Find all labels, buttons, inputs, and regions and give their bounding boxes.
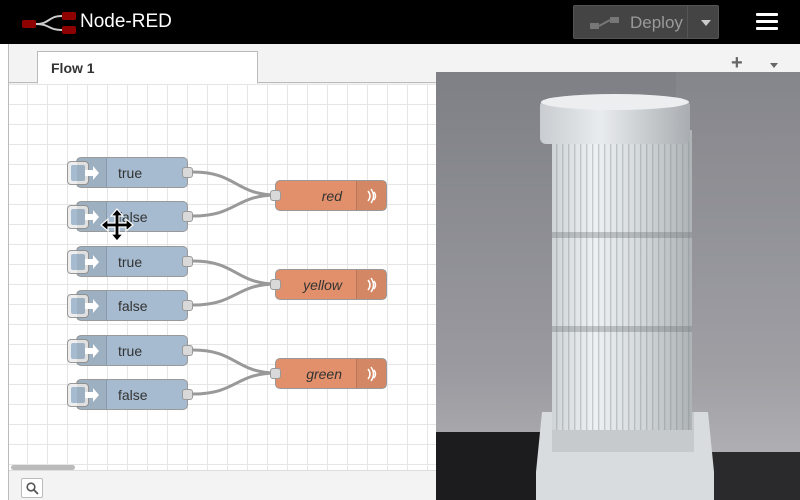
wire	[192, 193, 278, 218]
deploy-icon	[590, 17, 619, 29]
search-button[interactable]	[21, 478, 43, 498]
output-port[interactable]	[182, 167, 193, 178]
wire	[192, 371, 278, 396]
wire	[192, 282, 278, 307]
inject-node-false-3[interactable]: false	[67, 379, 193, 410]
inject-node-false-2[interactable]: false	[67, 290, 193, 321]
node-label: true	[118, 254, 143, 270]
node-label: red	[321, 188, 342, 204]
wire	[192, 348, 278, 375]
node-label: false	[118, 387, 148, 403]
node-label: true	[118, 165, 143, 181]
broadcast-icon	[356, 270, 386, 299]
deploy-button[interactable]: Deploy	[573, 5, 719, 39]
inject-arrow-icon	[77, 291, 107, 320]
node-label: green	[306, 366, 342, 382]
horizontal-scrollbar[interactable]	[11, 465, 75, 470]
deploy-label: Deploy	[630, 13, 683, 32]
output-port[interactable]	[182, 389, 193, 400]
node-label: true	[118, 343, 143, 359]
deploy-menu-caret-icon[interactable]	[701, 20, 711, 26]
broadcast-icon	[356, 359, 386, 388]
broadcast-icon	[356, 181, 386, 210]
inject-arrow-icon	[77, 247, 107, 276]
output-port[interactable]	[182, 345, 193, 356]
hamburger-line	[756, 13, 778, 16]
wire	[192, 259, 278, 286]
wire	[192, 170, 278, 197]
tab-flow-1[interactable]: Flow 1	[37, 51, 258, 84]
output-node-green[interactable]: green	[270, 358, 387, 389]
app-title: Node-RED	[80, 11, 172, 32]
output-port[interactable]	[182, 211, 193, 222]
node-label: false	[118, 298, 148, 314]
main-menu-button[interactable]	[756, 13, 778, 31]
add-flow-icon[interactable]: +	[731, 53, 743, 73]
signal-tower-photo	[436, 72, 800, 500]
inject-arrow-icon	[77, 380, 107, 409]
inject-node-true-1[interactable]: true	[67, 157, 193, 188]
input-port[interactable]	[270, 279, 281, 290]
camera-feed-image	[436, 72, 800, 500]
inject-node-true-2[interactable]: true	[67, 246, 193, 277]
inject-node-true-3[interactable]: true	[67, 335, 193, 366]
hamburger-line	[756, 20, 778, 23]
tab-menu-caret-icon[interactable]	[770, 63, 778, 68]
inject-arrow-icon	[77, 158, 107, 187]
output-node-yellow[interactable]: yellow	[270, 269, 387, 300]
node-red-logo-icon	[22, 12, 76, 34]
node-label: yellow	[303, 277, 342, 293]
search-icon	[26, 482, 39, 495]
move-cursor-icon	[100, 208, 134, 242]
hamburger-line	[756, 27, 778, 30]
output-node-red[interactable]: red	[270, 180, 387, 211]
tab-label: Flow 1	[51, 60, 95, 76]
header-bar: Node-RED Deploy	[0, 0, 800, 44]
input-port[interactable]	[270, 190, 281, 201]
output-port[interactable]	[182, 300, 193, 311]
deploy-divider	[687, 6, 688, 38]
output-port[interactable]	[182, 256, 193, 267]
input-port[interactable]	[270, 368, 281, 379]
inject-arrow-icon	[77, 336, 107, 365]
